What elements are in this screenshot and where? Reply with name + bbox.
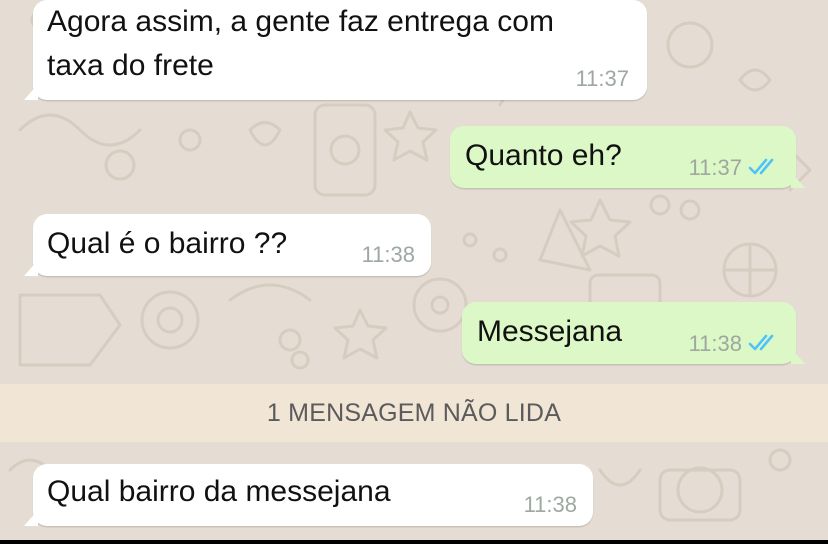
incoming-message-bubble[interactable]: Qual é o bairro ?? 11:38 [24,214,431,276]
incoming-message-bubble[interactable]: Agora assim, a gente faz entrega com tax… [24,0,647,100]
message-text: Qual é o bairro ?? [47,227,288,260]
message-text: taxa do frete [47,49,214,82]
message-timestamp: 11:37 [575,66,629,91]
message-timestamp: 11:38 [688,331,742,356]
message-text: Messejana [477,315,623,348]
message-timestamp: 11:37 [688,155,742,180]
outgoing-message-bubble[interactable]: Messejana 11:38 [462,302,805,364]
outgoing-message-bubble[interactable]: Quanto eh? 11:37 [450,126,805,188]
message-text: Qual bairro da messejana [47,475,391,508]
double-check-icon [748,158,774,175]
message-timestamp: 11:38 [523,492,577,517]
bottom-edge [0,540,828,544]
unread-messages-banner: 1 MENSAGEM NÃO LIDA [0,384,828,442]
unread-banner-label: 1 MENSAGEM NÃO LIDA [266,398,562,427]
message-text: Agora assim, a gente faz entrega com [47,5,554,38]
incoming-message-bubble[interactable]: Qual bairro da messejana 11:38 [24,464,593,526]
double-check-icon [748,334,774,351]
message-text: Quanto eh? [465,139,622,172]
message-timestamp: 11:38 [361,242,415,267]
